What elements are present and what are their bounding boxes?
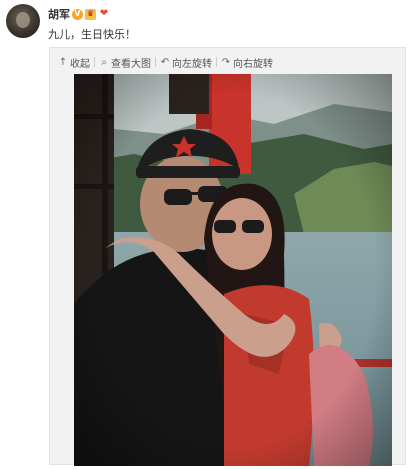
rotate-left-label: 向左旋转	[172, 58, 212, 70]
vip-v-icon[interactable]: V	[72, 8, 83, 20]
rotate-left-button[interactable]: ↶ 向左旋转	[160, 55, 212, 70]
rotate-right-icon: ↷	[221, 56, 231, 68]
toolbar-divider	[155, 57, 156, 67]
rotate-left-icon: ↶	[160, 56, 170, 68]
toolbar-divider	[94, 57, 95, 67]
post-photo[interactable]	[74, 74, 392, 466]
crown-icon[interactable]: ♛	[85, 8, 96, 20]
collapse-icon: ↑	[58, 56, 68, 68]
collapse-button[interactable]: ↑ 收起	[58, 55, 90, 70]
rotate-right-label: 向右旋转	[233, 58, 273, 70]
post-text: 九儿，生日快乐！	[48, 28, 136, 41]
balloon-icon[interactable]: ❤	[98, 9, 110, 20]
magnifier-icon: ⌕	[101, 56, 107, 68]
view-large-label: 查看大图	[111, 58, 151, 70]
collapse-label: 收起	[70, 58, 90, 70]
view-large-button[interactable]: ⌕ 查看大图	[99, 55, 151, 70]
username-link[interactable]: 胡军	[48, 6, 70, 22]
avatar-face	[16, 12, 30, 28]
media-card: ↑ 收起 ⌕ 查看大图 ↶ 向左旋转 ↷ 向右旋转	[49, 47, 406, 466]
avatar[interactable]	[6, 4, 40, 38]
toolbar-divider	[216, 57, 217, 67]
media-toolbar: ↑ 收起 ⌕ 查看大图 ↶ 向左旋转 ↷ 向右旋转	[58, 55, 273, 70]
post-author: 胡军 V ♛ ❤	[48, 6, 110, 22]
photo-image	[74, 74, 392, 466]
rotate-right-button[interactable]: ↷ 向右旋转	[221, 55, 273, 70]
